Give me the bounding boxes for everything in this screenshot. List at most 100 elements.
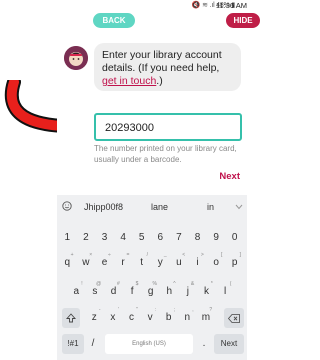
key-r[interactable]: r = xyxy=(115,252,132,273)
key-label: 3 xyxy=(101,232,108,243)
key-z[interactable]: z- xyxy=(86,307,103,328)
key-d[interactable]: d # xyxy=(105,281,122,302)
key-label: j xyxy=(186,286,189,297)
key-x[interactable]: x ' xyxy=(105,307,122,328)
key-label: 5 xyxy=(138,232,145,243)
key-l[interactable]: l( xyxy=(217,281,234,302)
key-hint: % xyxy=(152,281,157,287)
key-label: d xyxy=(110,286,117,297)
backspace-key[interactable] xyxy=(224,308,244,328)
key-s[interactable]: s @ xyxy=(87,281,104,302)
key-h[interactable]: h ^ xyxy=(161,281,178,302)
key-label: l xyxy=(223,286,227,297)
space-key[interactable]: English (US) xyxy=(105,334,193,354)
key-label: n xyxy=(184,312,191,323)
shift-key[interactable] xyxy=(62,308,80,328)
key-u[interactable]: u < xyxy=(171,252,188,273)
chevron-down-icon[interactable] xyxy=(235,204,243,210)
key-hint: [ xyxy=(221,252,223,258)
key-label: o xyxy=(213,257,219,268)
key-f[interactable]: f $ xyxy=(124,281,141,302)
key-9[interactable]: 9 xyxy=(208,228,225,248)
key-hint: = xyxy=(126,252,130,258)
key-t[interactable]: t / xyxy=(133,252,150,273)
key-hint: @ xyxy=(96,281,102,287)
emoji-icon[interactable] xyxy=(62,201,72,211)
key-1[interactable]: 1 xyxy=(59,228,76,248)
key-k[interactable]: k * xyxy=(198,281,215,302)
assistant-message: Enter your library account details. (If … xyxy=(94,43,241,91)
key-i[interactable]: i > xyxy=(189,252,206,273)
key-hint: $ xyxy=(135,281,139,287)
key-hint: # xyxy=(117,281,120,287)
back-button[interactable]: BACK xyxy=(93,13,135,28)
key-v[interactable]: v: xyxy=(142,307,159,328)
key-7[interactable]: 7 xyxy=(171,228,188,248)
suggestion-3[interactable]: in xyxy=(207,202,214,212)
suggestion-1[interactable]: Jhipp00f8 xyxy=(84,202,123,212)
key-hint: < xyxy=(182,252,186,258)
key-label: u xyxy=(176,257,182,268)
assistant-avatar-icon xyxy=(64,46,88,70)
key-hint: ! xyxy=(81,281,83,287)
hide-button[interactable]: HIDE xyxy=(226,13,260,28)
key-label: h xyxy=(166,286,173,297)
suggestion-2[interactable]: lane xyxy=(151,202,168,212)
key-a[interactable]: a! xyxy=(68,281,85,302)
key-label: x xyxy=(110,312,116,323)
key-hint: × xyxy=(89,252,93,258)
enter-key[interactable]: Next xyxy=(214,334,244,354)
get-in-touch-link[interactable]: get in touch xyxy=(102,75,156,87)
key-6[interactable]: 6 xyxy=(152,228,169,248)
key-label: z xyxy=(91,312,97,323)
key-label: 2 xyxy=(83,232,89,243)
key-5[interactable]: 5 xyxy=(133,228,150,248)
key-label: a xyxy=(73,286,80,297)
slash-key[interactable]: / xyxy=(85,334,101,354)
key-hint: ^ xyxy=(173,281,176,287)
key-0[interactable]: 0 xyxy=(226,228,243,248)
key-q[interactable]: q + xyxy=(59,252,76,273)
message-text-end: .) xyxy=(156,75,163,87)
assistant-avatar xyxy=(64,46,88,70)
period-key[interactable]: . xyxy=(197,334,211,354)
key-2[interactable]: 2 xyxy=(78,228,95,248)
backspace-icon xyxy=(227,314,240,323)
key-label: 6 xyxy=(157,232,164,243)
key-label: 1 xyxy=(64,232,71,243)
key-m[interactable]: m? xyxy=(198,307,215,328)
key-p[interactable]: p] xyxy=(226,252,243,273)
key-e[interactable]: e ÷ xyxy=(96,252,113,273)
symbols-key[interactable]: !#1 xyxy=(62,334,84,354)
status-clock: 11:36 AM xyxy=(215,1,247,10)
key-hint: - xyxy=(98,307,101,313)
key-hint: > xyxy=(200,252,204,258)
key-hint: + xyxy=(70,252,74,258)
library-card-input[interactable]: 20293000 xyxy=(94,113,242,141)
key-j[interactable]: j & xyxy=(180,281,197,302)
key-y[interactable]: y _ xyxy=(152,252,169,273)
key-label: v xyxy=(147,312,153,323)
key-hint: ; xyxy=(173,307,175,313)
key-label: b xyxy=(165,312,172,323)
key-b[interactable]: b; xyxy=(160,307,177,328)
key-n[interactable]: n, xyxy=(179,307,196,328)
key-hint: ÷ xyxy=(108,252,111,258)
key-hint: / xyxy=(146,252,148,258)
on-screen-keyboard: Jhipp00f8 lane in 1234567890 q + w × e ÷ r = t / y… xyxy=(57,195,247,360)
key-w[interactable]: w × xyxy=(78,252,95,273)
key-label: 0 xyxy=(231,232,238,243)
key-o[interactable]: o[ xyxy=(208,252,225,273)
key-3[interactable]: 3 xyxy=(96,228,113,248)
key-label: 9 xyxy=(213,232,219,243)
key-4[interactable]: 4 xyxy=(115,228,132,248)
key-label: e xyxy=(101,257,108,268)
key-label: f xyxy=(130,286,134,297)
key-label: r xyxy=(121,257,125,268)
key-hint: * xyxy=(210,281,213,287)
key-g[interactable]: g% xyxy=(142,281,159,302)
key-hint: " xyxy=(136,307,138,313)
key-c[interactable]: c " xyxy=(123,307,140,328)
next-button[interactable]: Next xyxy=(219,171,240,182)
key-8[interactable]: 8 xyxy=(189,228,206,248)
